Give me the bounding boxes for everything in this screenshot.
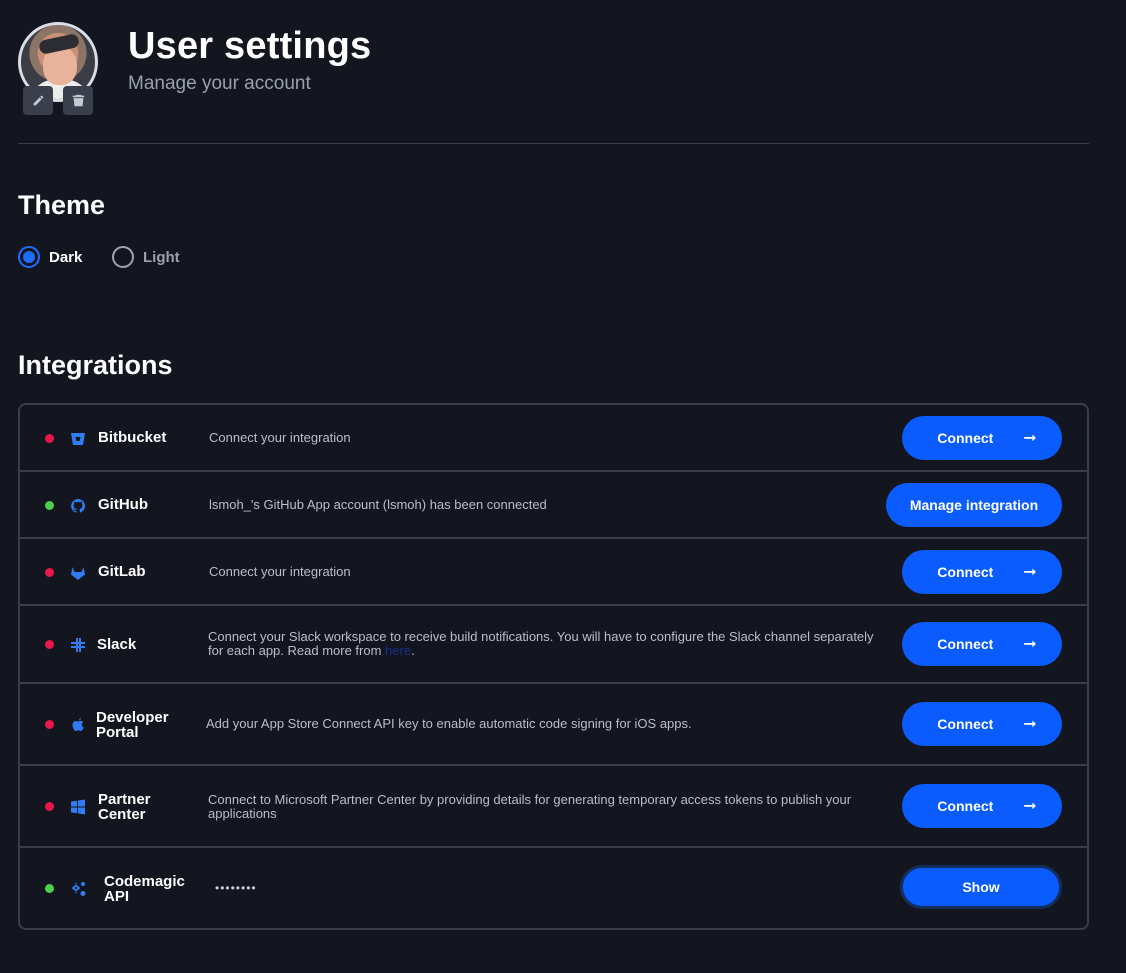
theme-option-label: Dark (49, 248, 83, 266)
arrow-right-icon: ➞ (1023, 636, 1037, 653)
integration-name: Developer Portal (96, 710, 169, 740)
integration-description: Connect your integration (209, 430, 351, 445)
integration-description: Connect your integration (209, 564, 351, 579)
button-label: Manage integration (909, 497, 1039, 513)
gitlab-icon (69, 564, 87, 582)
button-label: Connect (937, 430, 994, 446)
avatar-container (18, 22, 98, 117)
integration-row-slack: Slack Connect your Slack workspace to re… (20, 606, 1087, 684)
slack-icon (69, 636, 87, 654)
integration-name: Slack (97, 636, 137, 653)
integration-row-partner-center: Partner Center Connect to Microsoft Part… (20, 766, 1087, 848)
button-label: Connect (937, 564, 994, 580)
arrow-right-icon: ➞ (1023, 716, 1037, 733)
gears-icon (70, 880, 88, 898)
description-line: for each app. Read more from (208, 643, 382, 658)
page-header: User settings Manage your account (18, 22, 1089, 144)
status-dot-disconnected (45, 640, 54, 649)
theme-option-dark[interactable]: Dark (18, 246, 82, 268)
integration-description: lsmoh_'s GitHub App account (lsmoh) has … (209, 497, 547, 512)
button-label: Connect (937, 636, 994, 652)
integration-row-developer-portal: Developer Portal Add your App Store Conn… (20, 684, 1087, 766)
integration-row-gitlab: GitLab Connect your integration Connect … (20, 539, 1087, 606)
button-label: Connect (937, 716, 994, 732)
delete-avatar-button[interactable] (63, 86, 93, 115)
integration-description: Add your App Store Connect API key to en… (206, 716, 692, 731)
status-dot-disconnected (45, 802, 54, 811)
show-api-token-button[interactable]: Show (900, 865, 1062, 909)
button-label: Show (962, 879, 1000, 895)
button-label: Connect (937, 798, 994, 814)
theme-option-light[interactable]: Light (112, 246, 180, 268)
description-line: Connect your Slack workspace to receive … (208, 629, 874, 644)
integration-name: Codemagic API (104, 874, 185, 904)
description-end: . (411, 643, 415, 658)
status-dot-disconnected (45, 568, 54, 577)
status-dot-connected (45, 884, 54, 893)
theme-option-label: Light (143, 248, 180, 266)
integration-description: Connect to Microsoft Partner Center by p… (208, 793, 898, 821)
arrow-right-icon: ➞ (1023, 798, 1037, 815)
connect-gitlab-button[interactable]: Connect ➞ (902, 550, 1062, 594)
manage-github-button[interactable]: Manage integration (886, 483, 1062, 527)
integration-name: Bitbucket (98, 429, 167, 446)
status-dot-disconnected (45, 720, 54, 729)
bitbucket-icon (69, 430, 87, 448)
integration-name: GitLab (98, 563, 146, 580)
integrations-section-title: Integrations (18, 350, 173, 380)
radio-light[interactable] (112, 246, 134, 268)
description-line: Connect to Microsoft Partner Center by p… (208, 792, 852, 807)
apple-icon (69, 716, 87, 734)
description-line: applications (208, 806, 277, 821)
integration-row-codemagic-api: Codemagic API •••••••• Show (20, 848, 1087, 930)
edit-avatar-button[interactable] (23, 86, 53, 115)
name-line: API (104, 888, 130, 905)
pencil-icon (33, 95, 43, 106)
integration-row-bitbucket: Bitbucket Connect your integration Conne… (20, 405, 1087, 472)
windows-icon (69, 798, 87, 816)
read-more-link[interactable]: here (385, 643, 411, 658)
status-dot-disconnected (45, 434, 54, 443)
integration-name: Partner Center (98, 792, 151, 822)
status-dot-connected (45, 501, 54, 510)
masked-api-token: •••••••• (215, 881, 257, 895)
integration-name: GitHub (98, 496, 148, 513)
theme-section-title: Theme (18, 190, 106, 220)
connect-slack-button[interactable]: Connect ➞ (902, 622, 1062, 666)
integration-row-github: GitHub lsmoh_'s GitHub App account (lsmo… (20, 472, 1087, 539)
name-line: Portal (96, 724, 139, 741)
radio-dark[interactable] (18, 246, 40, 268)
arrow-right-icon: ➞ (1023, 430, 1037, 447)
page-subtitle: Manage your account (128, 73, 311, 94)
connect-bitbucket-button[interactable]: Connect ➞ (902, 416, 1062, 460)
arrow-right-icon: ➞ (1023, 564, 1037, 581)
github-icon (69, 497, 87, 515)
integrations-list: Bitbucket Connect your integration Conne… (18, 403, 1089, 930)
integration-description: Connect your Slack workspace to receive … (208, 630, 898, 658)
trash-icon (72, 94, 84, 107)
page-title: User settings (128, 25, 372, 67)
connect-partner-center-button[interactable]: Connect ➞ (902, 784, 1062, 828)
connect-developer-portal-button[interactable]: Connect ➞ (902, 702, 1062, 746)
name-line: Center (98, 806, 146, 823)
